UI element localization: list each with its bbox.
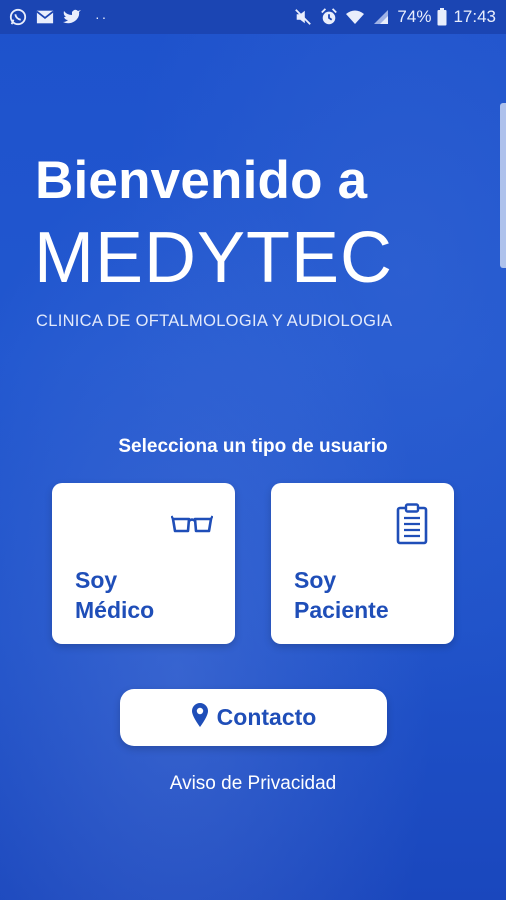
privacy-notice-link[interactable]: Aviso de Privacidad: [0, 773, 506, 795]
more-notifications-indicator: ··: [95, 9, 109, 25]
doctor-card-label-line2: Médico: [75, 597, 155, 623]
status-bar: ·· 74% 17:43: [0, 0, 506, 34]
clock-time: 17:43: [453, 7, 496, 26]
whatsapp-icon: [8, 7, 28, 27]
user-type-prompt: Selecciona un tipo de usuario: [118, 436, 388, 457]
contact-button[interactable]: Contacto: [120, 689, 387, 746]
status-bar-right: 74% 17:43: [293, 7, 496, 27]
twitter-icon: [62, 7, 82, 27]
alarm-icon: [319, 7, 339, 27]
brand-name: MEDYTEC: [34, 218, 394, 298]
patient-card-label-line1: Soy: [294, 567, 337, 593]
mute-icon: [293, 7, 313, 27]
battery-percent: 74%: [397, 7, 432, 26]
status-bar-left: ··: [8, 7, 108, 27]
patient-user-card[interactable]: Soy Paciente: [271, 483, 454, 644]
signal-icon: [371, 7, 391, 27]
clinic-tagline: CLINICA DE OFTALMOLOGIA Y AUDIOLOGIA: [36, 312, 393, 330]
mail-icon: [35, 7, 55, 27]
contact-button-label: Contacto: [216, 704, 317, 730]
doctor-card-label: Soy Médico: [75, 565, 154, 625]
scroll-indicator: [500, 103, 506, 268]
location-pin-icon: [191, 702, 209, 733]
wifi-icon: [345, 7, 365, 27]
welcome-title: Bienvenido a: [35, 151, 368, 210]
glasses-icon: [170, 513, 214, 542]
patient-card-label-line2: Paciente: [294, 597, 389, 623]
patient-card-label: Soy Paciente: [294, 565, 389, 625]
battery-icon: [437, 7, 447, 27]
doctor-user-card[interactable]: Soy Médico: [52, 483, 235, 644]
clipboard-icon: [396, 503, 428, 550]
doctor-card-label-line1: Soy: [75, 567, 118, 593]
